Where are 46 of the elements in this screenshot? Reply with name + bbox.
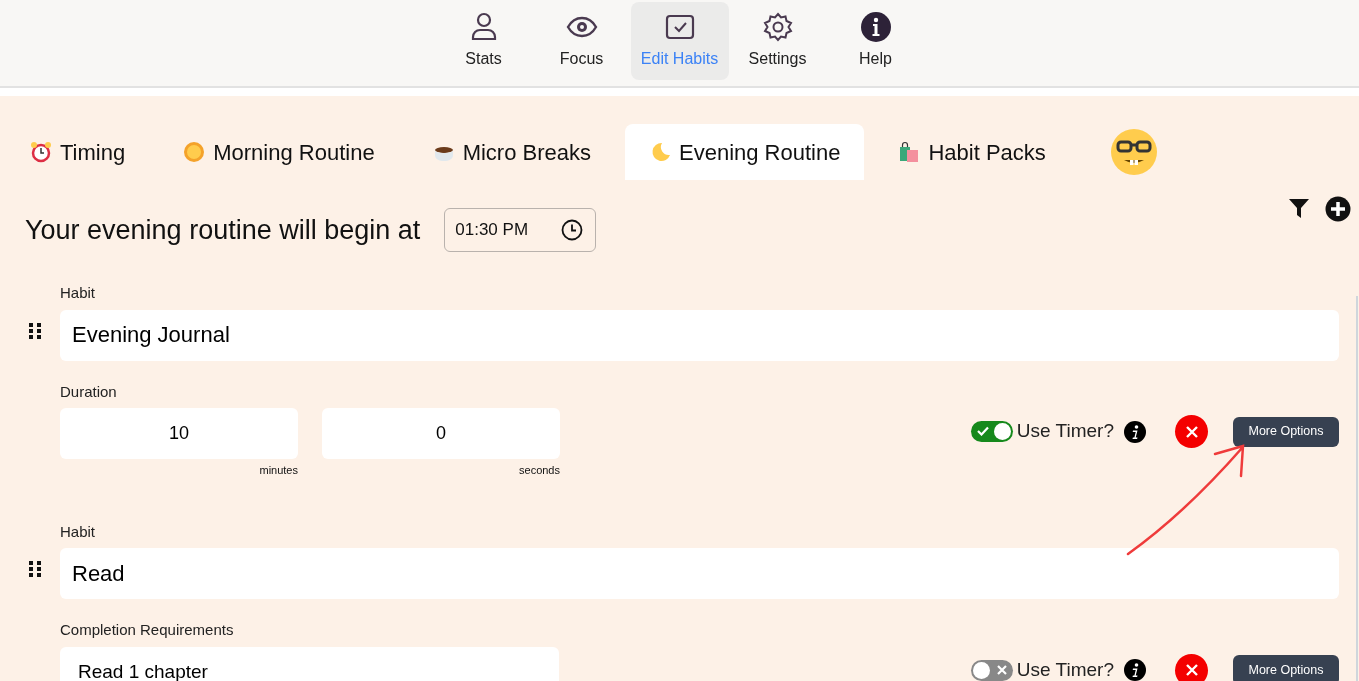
routine-tab[interactable]: Timing: [30, 124, 150, 180]
habit-name-field[interactable]: Read: [60, 548, 1339, 599]
unit-label: minutes: [258, 463, 298, 478]
timer-switch[interactable]: [970, 421, 1013, 442]
cross-icon: [996, 664, 1007, 675]
minutes-field[interactable]: 10: [60, 408, 298, 459]
more-options-button[interactable]: More Options: [1233, 416, 1339, 447]
nav-tab[interactable]: Stats: [434, 2, 533, 80]
nav-tab[interactable]: Help: [826, 2, 925, 80]
info-icon[interactable]: [1124, 420, 1146, 443]
routine-tab[interactable]: Morning Routine: [159, 124, 399, 180]
unit-label: seconds: [518, 463, 560, 478]
shopping-bags-icon: [898, 141, 921, 163]
field-label: Duration: [60, 381, 118, 402]
routine-heading: Your evening routine will begin at: [25, 213, 421, 247]
start-time-field[interactable]: 01:30 PM: [444, 208, 597, 252]
nav-tab[interactable]: Focus: [532, 2, 631, 80]
routine-tab[interactable]: Habit Packs: [874, 124, 1070, 180]
delete-button[interactable]: [1175, 653, 1208, 681]
check-icon: [976, 426, 989, 436]
drag-handle-icon[interactable]: [28, 321, 42, 340]
timer-label: Use Timer?: [1016, 419, 1114, 444]
info-icon[interactable]: [1124, 659, 1146, 681]
nav-tab[interactable]: Settings: [728, 2, 827, 80]
info-icon: [859, 11, 892, 43]
field-label: Completion Requirements: [60, 620, 235, 640]
timer-label: Use Timer?: [1016, 657, 1114, 681]
delete-button[interactable]: [1175, 415, 1208, 448]
alarm-clock-icon: [30, 141, 52, 163]
routine-tab[interactable]: Evening Routine: [625, 124, 865, 180]
sun-icon: [183, 141, 206, 163]
habit-name-field[interactable]: Evening Journal: [60, 309, 1339, 361]
filter-icon[interactable]: [1287, 196, 1311, 220]
field-label: Habit: [60, 283, 97, 303]
close-icon: [1185, 664, 1198, 676]
close-icon: [1185, 425, 1198, 438]
routine-tab[interactable]: Micro Breaks: [408, 124, 615, 180]
more-options-button[interactable]: More Options: [1233, 655, 1339, 681]
nerd-face-icon[interactable]: [1109, 128, 1158, 176]
seconds-field[interactable]: 0: [322, 408, 560, 459]
drag-handle-icon[interactable]: [28, 560, 42, 579]
settings-icon: [761, 11, 794, 43]
clock-icon: [561, 219, 584, 241]
add-icon[interactable]: [1325, 196, 1351, 222]
field-label: Habit: [60, 521, 97, 542]
timer-switch[interactable]: [970, 659, 1013, 681]
